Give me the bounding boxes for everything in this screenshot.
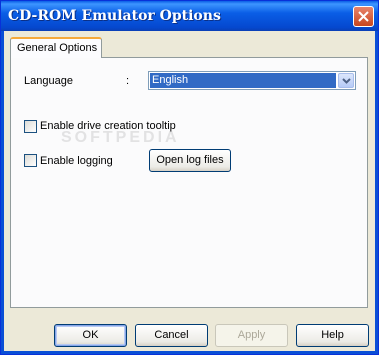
tooltip-checkbox-label[interactable]: Enable drive creation tooltip — [40, 120, 176, 132]
language-selected-text: English — [152, 74, 189, 86]
window-border-right — [375, 31, 378, 354]
language-label: Language — [24, 75, 73, 87]
close-icon — [358, 11, 369, 22]
window-border-bottom — [1, 351, 378, 354]
language-select[interactable]: English — [148, 71, 356, 90]
help-button[interactable]: Help — [296, 324, 369, 347]
chevron-down-icon — [342, 78, 351, 84]
language-separator: : — [126, 75, 130, 87]
close-button[interactable] — [353, 6, 374, 27]
language-dropdown-button[interactable] — [338, 73, 354, 88]
title-bar[interactable]: CD-ROM Emulator Options — [1, 1, 378, 31]
open-log-files-button[interactable]: Open log files — [149, 149, 231, 172]
ok-button[interactable]: OK — [54, 324, 127, 347]
window-title: CD-ROM Emulator Options — [8, 8, 221, 24]
logging-checkbox-label[interactable]: Enable logging — [40, 155, 113, 167]
apply-button[interactable]: Apply — [215, 324, 288, 347]
logging-checkbox[interactable] — [24, 154, 37, 167]
window-border-left — [1, 31, 4, 354]
tab-label: General Options — [17, 42, 98, 54]
cancel-button[interactable]: Cancel — [135, 324, 208, 347]
language-selected-value: English — [150, 73, 336, 88]
tooltip-checkbox[interactable] — [24, 120, 37, 133]
general-options-panel — [10, 57, 368, 308]
tab-general-options[interactable]: General Options — [10, 37, 102, 58]
dialog-window: CD-ROM Emulator Options General Options … — [0, 0, 379, 355]
